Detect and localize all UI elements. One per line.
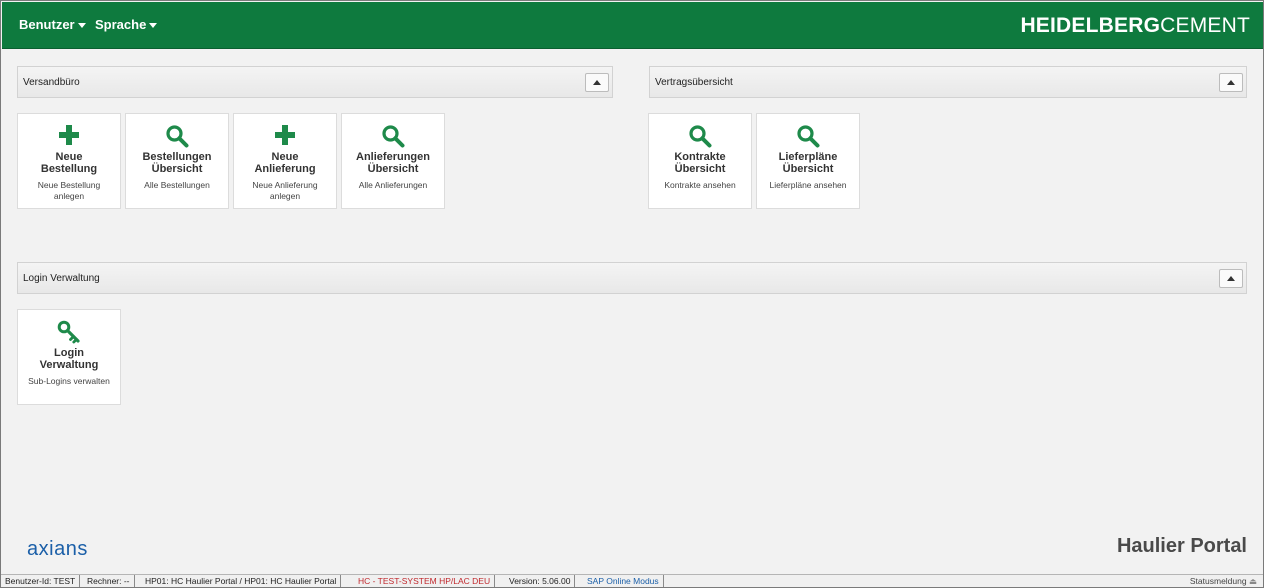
section-title-versandbuero: Versandbüro	[23, 77, 80, 88]
chevron-down-icon	[77, 22, 86, 28]
tile-login-verwaltung[interactable]: Login Verwaltung Sub-Logins verwalten	[17, 309, 121, 405]
tile-title: Anlieferungen Übersicht	[356, 151, 430, 175]
tile-description: Lieferpläne ansehen	[769, 180, 847, 190]
section-title-vertrag: Vertragsübersicht	[655, 77, 733, 88]
top-header-bar: Benutzer Sprache HEIDELBERGCEMENT	[2, 2, 1263, 49]
tile-description: Neue Anlieferung anlegen	[252, 180, 318, 201]
portal-title: Haulier Portal	[1116, 535, 1247, 557]
plus-icon	[18, 124, 120, 148]
collapse-button-login[interactable]	[1219, 269, 1243, 288]
status-version: Version: 5.06.00	[505, 575, 576, 587]
status-bar: Benutzer-Id: TEST Rechner: -- HP01: HC H…	[1, 574, 1263, 587]
tile-title: Bestellungen Übersicht	[142, 151, 212, 175]
status-system-path: HP01: HC Haulier Portal / HP01: HC Hauli…	[141, 575, 342, 587]
tile-bestellungen-uebersicht[interactable]: Bestellungen Übersicht Alle Bestellungen	[125, 113, 229, 209]
status-online-mode: SAP Online Modus	[583, 575, 664, 587]
tile-kontrakte-uebersicht[interactable]: Kontrakte Übersicht Kontrakte ansehen	[648, 113, 752, 209]
tile-description: Alle Anlieferungen	[358, 180, 428, 190]
status-user-id: Benutzer-Id: TEST	[1, 575, 81, 587]
tile-neue-bestellung[interactable]: Neue Bestellung Neue Bestellung anlegen	[17, 113, 121, 209]
axians-logo-text: axians	[27, 538, 88, 560]
chevron-up-icon	[1227, 80, 1235, 85]
section-title-login: Login Verwaltung	[23, 273, 100, 284]
tile-title: Neue Bestellung	[40, 151, 98, 175]
section-login-verwaltung: Login Verwaltung	[17, 262, 1247, 294]
user-menu[interactable]: Benutzer	[19, 17, 86, 32]
key-icon	[18, 320, 120, 344]
tile-anlieferungen-uebersicht[interactable]: Anlieferungen Übersicht Alle Anlieferung…	[341, 113, 445, 209]
app-frame: Benutzer Sprache HEIDELBERGCEMENT Versan…	[0, 0, 1264, 588]
brand-light: CEMENT	[1160, 14, 1250, 37]
search-icon	[126, 124, 228, 148]
tile-lieferplaene-uebersicht[interactable]: Lieferpläne Übersicht Lieferpläne ansehe…	[756, 113, 860, 209]
tile-title: Kontrakte Übersicht	[674, 151, 726, 175]
heidelbergcement-logo: HEIDELBERGCEMENT	[1020, 14, 1250, 38]
status-message-label: Statusmeldung	[1189, 576, 1247, 586]
search-icon	[757, 124, 859, 148]
tile-title: Neue Anlieferung	[254, 151, 316, 175]
tile-description: Kontrakte ansehen	[664, 180, 736, 190]
plus-icon	[234, 124, 336, 148]
tile-description: Sub-Logins verwalten	[28, 376, 110, 386]
brand-bold: HEIDELBERG	[1020, 14, 1161, 37]
section-versandbuero: Versandbüro	[17, 66, 613, 98]
axians-logo: axians	[27, 538, 88, 561]
chevron-down-icon	[149, 22, 158, 28]
tile-title: Login Verwaltung	[39, 347, 99, 371]
language-menu-label: Sprache	[95, 17, 147, 32]
chevron-up-icon	[593, 80, 601, 85]
search-icon	[342, 124, 444, 148]
search-icon	[649, 124, 751, 148]
collapse-button-vertrag[interactable]	[1219, 73, 1243, 92]
status-message-toggle[interactable]: Statusmeldung ⏏	[1190, 575, 1257, 587]
tile-neue-anlieferung[interactable]: Neue Anlieferung Neue Anlieferung anlege…	[233, 113, 337, 209]
tile-description: Neue Bestellung anlegen	[37, 180, 101, 201]
status-test-system: HC - TEST-SYSTEM HP/LAC DEU	[354, 575, 496, 587]
section-vertragsuebersicht: Vertragsübersicht	[649, 66, 1247, 98]
collapse-button-versandbuero[interactable]	[585, 73, 609, 92]
user-menu-label: Benutzer	[19, 17, 75, 32]
status-computer: Rechner: --	[83, 575, 135, 587]
eject-icon: ⏏	[1248, 576, 1257, 586]
tile-description: Alle Bestellungen	[144, 180, 210, 190]
language-menu[interactable]: Sprache	[95, 17, 158, 32]
chevron-up-icon	[1227, 276, 1235, 281]
tile-title: Lieferpläne Übersicht	[778, 151, 838, 175]
